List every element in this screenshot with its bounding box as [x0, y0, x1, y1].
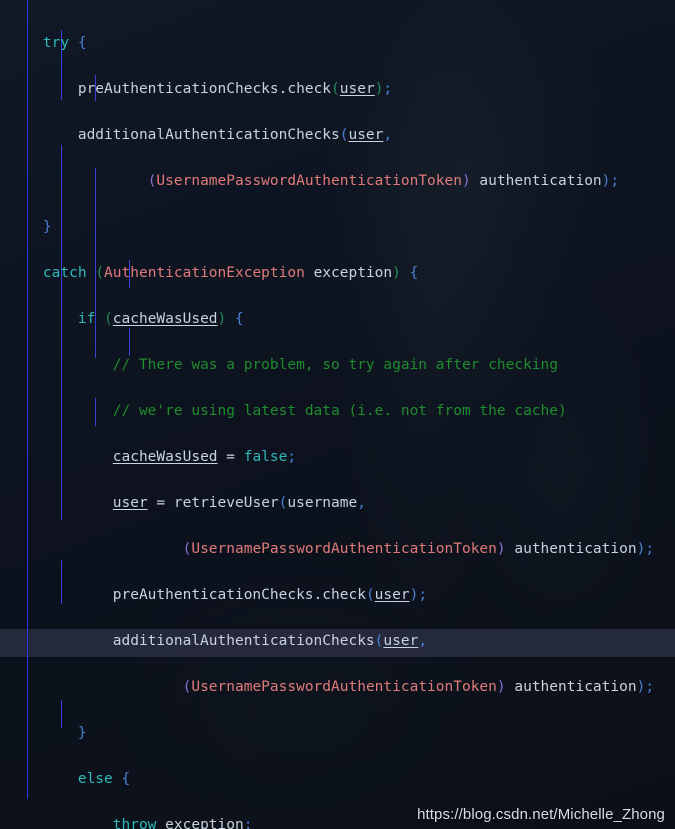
blog-url-watermark: https://blog.csdn.net/Michelle_Zhong	[417, 806, 665, 823]
code-line: additionalAuthenticationChecks(user,	[8, 633, 428, 649]
code-line: (UsernamePasswordAuthenticationToken) au…	[182, 541, 655, 557]
code-line: preAuthenticationChecks.check(user);	[77, 81, 393, 97]
code-line: additionalAuthenticationChecks(user,	[8, 127, 393, 143]
code-line: else {	[77, 771, 131, 787]
code-editor-surface[interactable]: try { preAuthenticationChecks.check(user…	[0, 0, 675, 829]
code-line: // There was a problem, so try again aft…	[112, 357, 558, 373]
code-line: // we're using latest data (i.e. not fro…	[112, 403, 567, 419]
code-line: try {	[42, 35, 87, 51]
code-line: preAuthenticationChecks.check(user);	[8, 587, 428, 603]
code-line: (UsernamePasswordAuthenticationToken) au…	[147, 173, 620, 189]
code-screenshot: try { preAuthenticationChecks.check(user…	[0, 0, 675, 829]
code-line: if (cacheWasUsed) {	[77, 311, 244, 327]
code-line: }	[42, 219, 52, 235]
code-line: (UsernamePasswordAuthenticationToken) au…	[182, 679, 655, 695]
code-line: user = retrieveUser(username,	[112, 495, 366, 511]
code-line: catch (AuthenticationException exception…	[42, 265, 419, 281]
code-text[interactable]: try { preAuthenticationChecks.check(user…	[0, 9, 675, 829]
code-line: }	[77, 725, 87, 741]
code-line: cacheWasUsed = false;	[112, 449, 297, 465]
